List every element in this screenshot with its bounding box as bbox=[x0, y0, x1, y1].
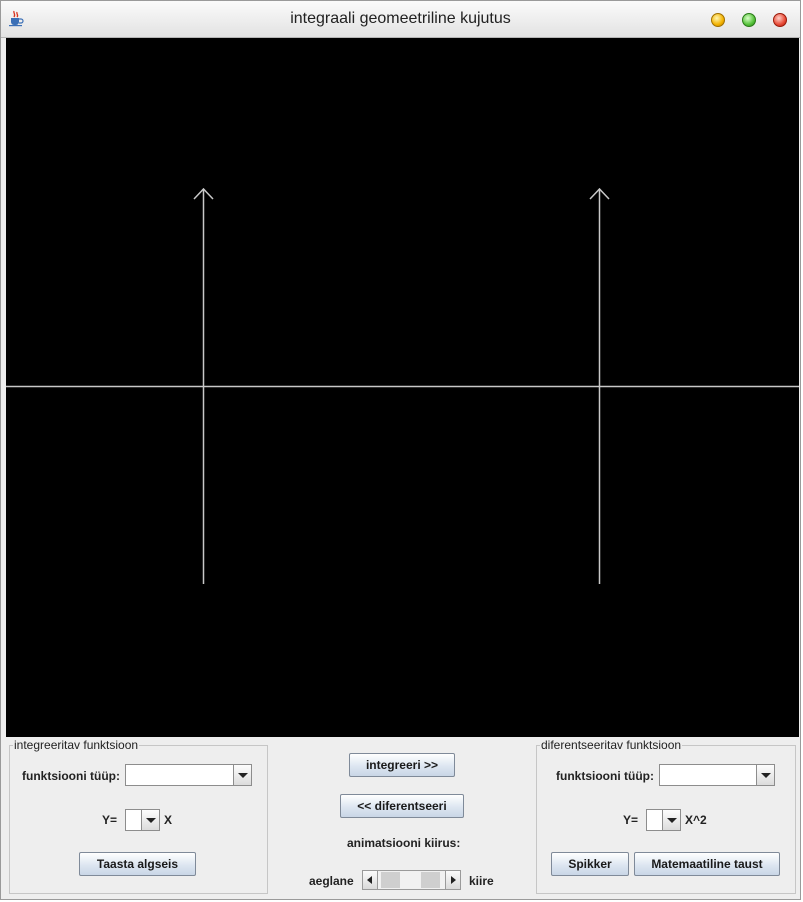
scroll-right-arrow-icon[interactable] bbox=[445, 870, 461, 890]
chevron-down-icon[interactable] bbox=[662, 810, 680, 830]
window-title: integraali geomeetriline kujutus bbox=[290, 10, 511, 27]
left-y-label: Y= bbox=[102, 813, 118, 827]
right-x-term: X^2 bbox=[685, 813, 707, 827]
reset-button[interactable]: Taasta algseis bbox=[79, 852, 196, 876]
math-background-button[interactable]: Matemaatiline taust bbox=[634, 852, 780, 876]
slider-segment bbox=[381, 872, 400, 888]
minimize-button[interactable] bbox=[711, 13, 725, 27]
right-coefficient-select[interactable] bbox=[646, 809, 681, 831]
differentiate-button[interactable]: << diferentseeri bbox=[340, 794, 464, 818]
close-button[interactable] bbox=[773, 13, 787, 27]
graph-canvas[interactable] bbox=[6, 38, 799, 737]
slider-segment bbox=[421, 872, 440, 888]
help-button[interactable]: Spikker bbox=[551, 852, 629, 876]
scroll-left-arrow-icon[interactable] bbox=[362, 870, 378, 890]
slow-label: aeglane bbox=[309, 874, 354, 888]
chevron-down-icon[interactable] bbox=[233, 765, 251, 785]
differentiand-panel-title: diferentseeritav funktsioon bbox=[540, 738, 683, 752]
title-bar[interactable]: integraali geomeetriline kujutus bbox=[1, 1, 800, 38]
left-coefficient-select[interactable] bbox=[125, 809, 160, 831]
animation-speed-slider[interactable] bbox=[362, 870, 461, 890]
integrate-button[interactable]: integreeri >> bbox=[349, 753, 455, 777]
chevron-down-icon[interactable] bbox=[141, 810, 159, 830]
animation-speed-label: animatsiooni kiirus: bbox=[347, 836, 461, 850]
slider-track[interactable] bbox=[378, 870, 445, 890]
axes-drawing bbox=[6, 187, 799, 584]
app-window: integraali geomeetriline kujutus integre… bbox=[0, 0, 801, 900]
fast-label: kiire bbox=[469, 874, 494, 888]
maximize-button[interactable] bbox=[742, 13, 756, 27]
chevron-down-icon[interactable] bbox=[756, 765, 774, 785]
right-y-label: Y= bbox=[623, 813, 639, 827]
right-type-label: funktsiooni tüüp: bbox=[556, 769, 654, 783]
integrand-panel-title: integreeritav funktsioon bbox=[13, 738, 140, 752]
left-function-type-select[interactable] bbox=[125, 764, 252, 786]
left-type-label: funktsiooni tüüp: bbox=[22, 769, 120, 783]
right-function-type-select[interactable] bbox=[659, 764, 775, 786]
left-x-term: X bbox=[164, 813, 173, 827]
